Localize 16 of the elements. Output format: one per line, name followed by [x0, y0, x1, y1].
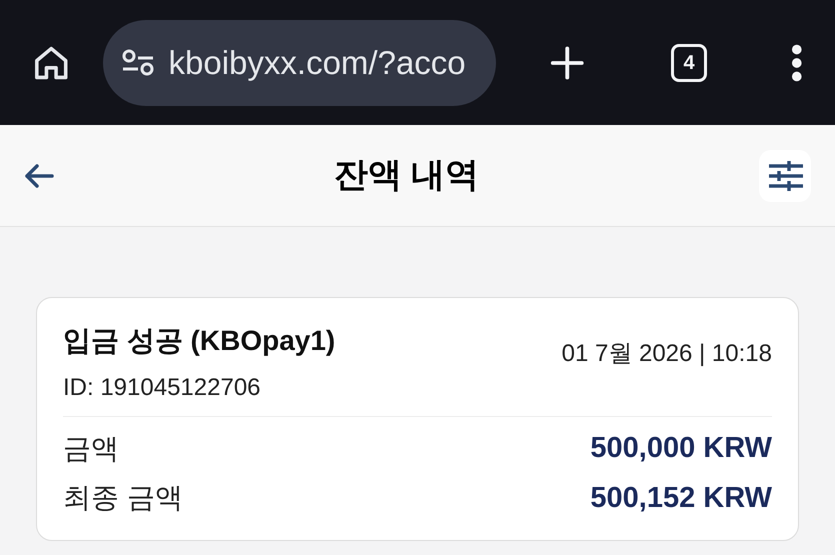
more-menu-icon[interactable] [791, 42, 803, 82]
amount-label: 금액 [63, 432, 119, 466]
site-settings-icon [120, 48, 155, 76]
sliders-icon [766, 160, 803, 190]
amount-value: 500,152 KRW [590, 480, 772, 516]
tab-count-button[interactable]: 4 [670, 44, 708, 82]
page-title: 잔액 내역 [334, 155, 480, 196]
filter-button[interactable] [758, 150, 811, 202]
address-bar[interactable]: kboibyxx.com/?acco [102, 20, 496, 106]
transaction-date: 01 7월 2026 | 10:18 [562, 339, 772, 369]
transaction-id: ID: 191045122706 [63, 373, 262, 403]
transaction-title: 입금 성공 (KBOpay1) [63, 324, 336, 358]
url-text: kboibyxx.com/?acco [168, 42, 466, 83]
amount-label: 최종 금액 [63, 481, 183, 516]
back-arrow-icon[interactable] [24, 162, 54, 188]
amount-value: 500,000 KRW [590, 431, 772, 466]
